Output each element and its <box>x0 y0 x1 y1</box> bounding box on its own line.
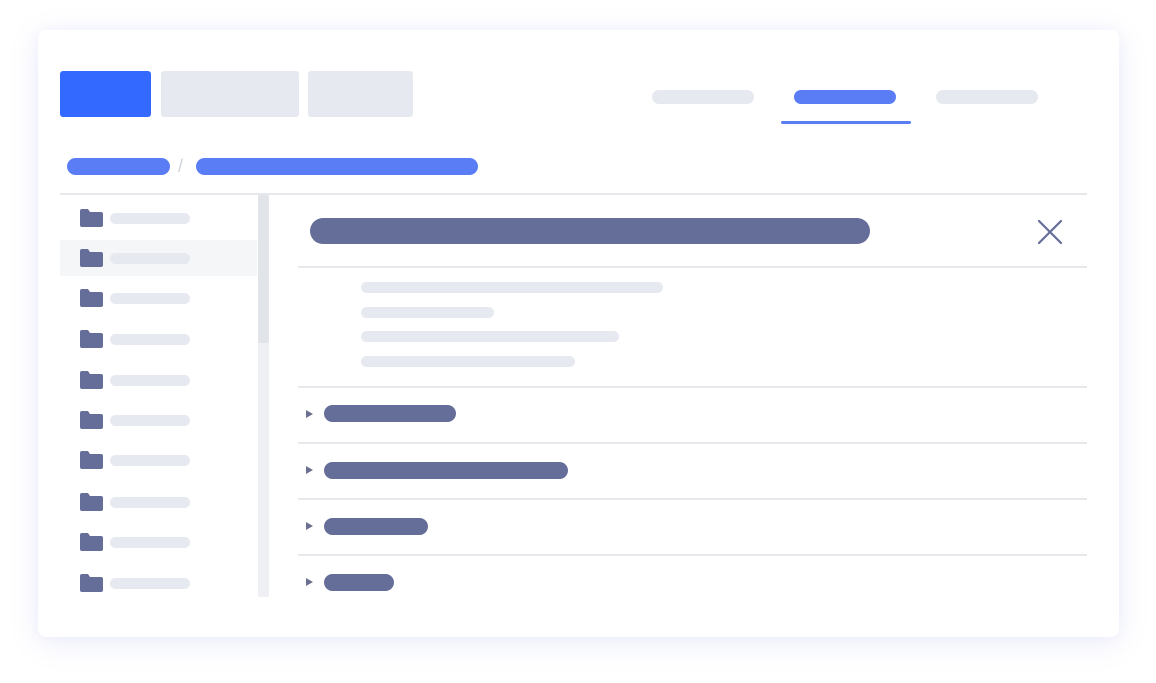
breadcrumb-item-current[interactable] <box>196 158 478 175</box>
folder-icon <box>80 411 103 429</box>
sidebar-folder-item[interactable] <box>60 240 257 276</box>
folder-icon <box>80 493 103 511</box>
secondary-button[interactable] <box>161 71 299 117</box>
sidebar-folder-item[interactable] <box>60 280 257 316</box>
detail-line <box>361 282 663 293</box>
section-label <box>324 405 456 422</box>
sidebar-item-label <box>110 455 190 466</box>
section-row[interactable] <box>298 388 1087 443</box>
tab-1[interactable] <box>652 90 754 104</box>
folder-icon <box>80 574 103 592</box>
sidebar-item-label <box>110 537 190 548</box>
folder-icon <box>80 209 103 227</box>
sidebar-scrollbar[interactable] <box>258 195 269 597</box>
panel-header-divider <box>298 266 1087 268</box>
sidebar-folder-item[interactable] <box>60 362 257 398</box>
sidebar-item-label <box>110 415 190 426</box>
caret-right-icon <box>306 578 313 586</box>
sidebar-folder-item[interactable] <box>60 321 257 357</box>
sidebar-item-label <box>110 213 190 224</box>
breadcrumb-separator: / <box>178 156 184 176</box>
panel-title <box>310 218 870 244</box>
sidebar-folder-item[interactable] <box>60 200 257 236</box>
sidebar-item-label <box>110 375 190 386</box>
primary-button[interactable] <box>60 71 151 117</box>
close-button[interactable] <box>1035 217 1065 247</box>
folder-icon <box>80 330 103 348</box>
sidebar-scroll-thumb[interactable] <box>258 195 269 343</box>
caret-right-icon <box>306 466 313 474</box>
sidebar-folder-item[interactable] <box>60 442 257 478</box>
section-label <box>324 518 428 535</box>
folder-icon <box>80 533 103 551</box>
section-row[interactable] <box>298 444 1087 499</box>
sidebar-item-label <box>110 497 190 508</box>
detail-line <box>361 331 619 342</box>
close-icon <box>1037 219 1063 245</box>
sidebar-item-label <box>110 334 190 345</box>
tab-2-active[interactable] <box>794 90 896 104</box>
sidebar-item-label <box>110 293 190 304</box>
detail-line <box>361 307 494 318</box>
tertiary-button[interactable] <box>308 71 413 117</box>
sidebar-folder-item[interactable] <box>60 484 257 520</box>
folder-icon <box>80 371 103 389</box>
section-row[interactable] <box>298 500 1087 555</box>
sidebar-folder-item[interactable] <box>60 565 257 601</box>
sidebar-folder-item[interactable] <box>60 524 257 560</box>
detail-line <box>361 356 575 367</box>
sidebar-item-label <box>110 253 190 264</box>
folder-icon <box>80 451 103 469</box>
breadcrumb-item-root[interactable] <box>67 158 170 175</box>
section-label <box>324 462 568 479</box>
section-row[interactable] <box>298 556 1087 596</box>
sidebar-folder-item[interactable] <box>60 402 257 438</box>
caret-right-icon <box>306 410 313 418</box>
caret-right-icon <box>306 522 313 530</box>
header-divider <box>60 193 1087 195</box>
folder-icon <box>80 289 103 307</box>
folder-icon <box>80 249 103 267</box>
section-label <box>324 574 394 591</box>
sidebar-item-label <box>110 578 190 589</box>
tab-3[interactable] <box>936 90 1038 104</box>
active-tab-indicator <box>781 121 911 124</box>
